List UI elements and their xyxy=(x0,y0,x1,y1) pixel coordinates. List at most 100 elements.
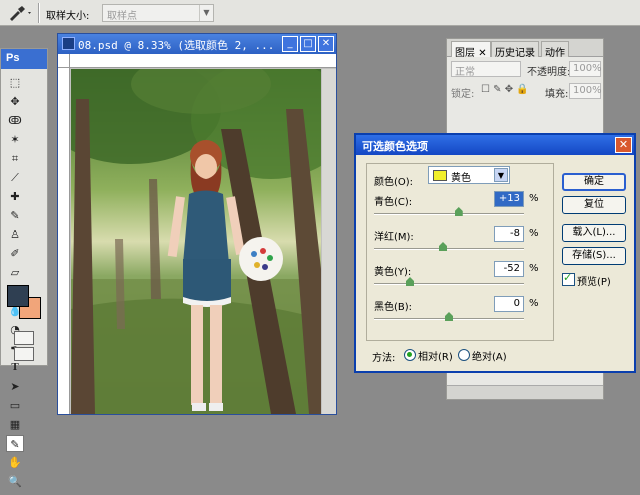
lock-label: 锁定: xyxy=(451,89,475,100)
path-select-icon[interactable]: ➤ xyxy=(6,378,24,395)
slider-thumb[interactable] xyxy=(454,207,463,216)
slider-thumb[interactable] xyxy=(439,242,447,251)
foreground-color-swatch[interactable] xyxy=(7,285,29,307)
slider-value-input[interactable]: 0 xyxy=(494,296,524,312)
dialog-close-button[interactable]: ✕ xyxy=(615,137,632,153)
separator xyxy=(38,3,40,23)
toolbox: Ps ⬚✥ ↂ✶ ⌗⟋ ✚✎ ♙✐ ▱▤ 💧◔ ✒T ➤▭ ▦✎ ✋🔍 xyxy=(0,48,48,488)
slider-value-input[interactable]: +13 xyxy=(494,191,524,207)
slider-track[interactable] xyxy=(374,248,524,250)
ok-button[interactable]: 确定 xyxy=(562,173,626,191)
horizontal-ruler xyxy=(70,54,336,68)
slider-track[interactable] xyxy=(374,283,524,285)
panel-footer xyxy=(447,385,603,399)
eyedropper-icon[interactable] xyxy=(6,4,34,22)
color-label: 颜色(O): xyxy=(374,177,414,188)
slider-row: 黄色(Y): -52% xyxy=(374,261,550,297)
sample-size-select[interactable]: 取样点 ▼ xyxy=(102,4,214,22)
tool-grid: ⬚✥ ↂ✶ ⌗⟋ ✚✎ ♙✐ ▱▤ 💧◔ ✒T ➤▭ ▦✎ ✋🔍 xyxy=(1,69,47,495)
canvas-photo[interactable] xyxy=(71,69,321,414)
method-absolute-label: 绝对(A) xyxy=(472,352,507,363)
preview-checkbox[interactable]: 预览(P) xyxy=(562,271,611,288)
close-button[interactable]: ✕ xyxy=(318,36,334,52)
method-relative-label: 相对(R) xyxy=(418,352,453,363)
color-value: 黄色 xyxy=(451,173,471,184)
blend-mode-select[interactable]: 正常 xyxy=(451,61,521,78)
lasso-tool-icon[interactable]: ↂ xyxy=(6,112,24,129)
slider-thumb[interactable] xyxy=(406,277,414,286)
percent-label: % xyxy=(529,263,539,274)
preview-label: 预览(P) xyxy=(577,277,611,288)
chevron-down-icon[interactable]: ▼ xyxy=(494,168,508,182)
eyedropper-tool-icon[interactable]: ✎ xyxy=(6,435,24,452)
fill-label: 填充: xyxy=(545,89,569,100)
dialog-title: 可选颜色选项 xyxy=(356,135,634,155)
fill-input[interactable]: 100% xyxy=(569,83,602,99)
ps-document-icon xyxy=(62,37,75,50)
shape-tool-icon[interactable]: ▭ xyxy=(6,397,24,414)
photo-illustration xyxy=(71,69,321,414)
eraser-tool-icon[interactable]: ▱ xyxy=(6,264,24,281)
slider-row: 洋红(M): -8% xyxy=(374,226,550,262)
percent-label: % xyxy=(529,228,539,239)
panel-tabs: 图层 ✕ 历史记录 动作 xyxy=(447,39,603,59)
maximize-button[interactable]: □ xyxy=(300,36,316,52)
load-button[interactable]: 载入(L)... xyxy=(562,224,626,242)
options-bar: 取样大小: 取样点 ▼ xyxy=(0,0,640,26)
slider-label: 黄色(Y): xyxy=(374,267,412,278)
tab-layers[interactable]: 图层 ✕ xyxy=(451,41,491,59)
method-absolute-radio[interactable]: 绝对(A) xyxy=(458,348,507,363)
tab-layers-label: 图层 xyxy=(455,48,475,59)
quick-mask-button[interactable] xyxy=(14,331,34,345)
vertical-scrollbar[interactable] xyxy=(322,69,336,414)
color-select[interactable]: 黄色 ▼ xyxy=(428,166,510,184)
minimize-button[interactable]: _ xyxy=(282,36,298,52)
zoom-tool-icon[interactable]: 🔍 xyxy=(6,473,24,490)
opacity-value: 100% xyxy=(573,63,602,74)
slider-value-input[interactable]: -52 xyxy=(494,261,524,277)
method-relative-radio[interactable]: 相对(R) xyxy=(404,348,453,363)
magic-wand-tool-icon[interactable]: ✶ xyxy=(6,131,24,148)
color-swatch xyxy=(433,170,447,181)
lock-icons[interactable]: ☐ ✎ ✥ 🔒 xyxy=(481,84,529,95)
tab-actions[interactable]: 动作 xyxy=(541,41,569,59)
type-tool-icon[interactable]: T xyxy=(6,359,24,376)
method-label: 方法: xyxy=(372,353,396,364)
selective-color-dialog: 可选颜色选项 ✕ 颜色(O): 黄色 ▼ 青色(C): +13% 洋红(M): -8%… xyxy=(354,133,636,373)
sample-size-value: 取样点 xyxy=(107,11,137,22)
brush-tool-icon[interactable]: ✎ xyxy=(6,207,24,224)
tab-history[interactable]: 历史记录 xyxy=(491,41,539,59)
sample-size-label: 取样大小: xyxy=(46,11,90,22)
hand-tool-icon[interactable]: ✋ xyxy=(6,454,24,471)
close-icon[interactable]: ✕ xyxy=(478,48,486,59)
slider-track[interactable] xyxy=(374,213,524,215)
slider-row: 黑色(B): 0% xyxy=(374,296,550,332)
color-swatches[interactable] xyxy=(7,285,43,321)
save-button[interactable]: 存储(S)... xyxy=(562,247,626,265)
tab-actions-label: 动作 xyxy=(545,48,565,59)
percent-label: % xyxy=(529,193,539,204)
notes-tool-icon[interactable]: ▦ xyxy=(6,416,24,433)
reset-button[interactable]: 复位 xyxy=(562,196,626,214)
chevron-down-icon: ▼ xyxy=(199,5,213,21)
document-window: 08.psd @ 8.33% (选取颜色 2, ... _ □ ✕ xyxy=(57,33,337,415)
blend-mode-value: 正常 xyxy=(455,67,475,78)
tab-history-label: 历史记录 xyxy=(495,48,535,59)
slider-label: 黑色(B): xyxy=(374,302,413,313)
opacity-label: 不透明度: xyxy=(527,67,571,78)
ruler-corner xyxy=(58,54,70,68)
slice-tool-icon[interactable]: ⟋ xyxy=(6,169,24,186)
crop-tool-icon[interactable]: ⌗ xyxy=(6,150,24,167)
slider-label: 青色(C): xyxy=(374,197,413,208)
screen-mode-button[interactable] xyxy=(14,347,34,361)
history-brush-icon[interactable]: ✐ xyxy=(6,245,24,262)
slider-value-input[interactable]: -8 xyxy=(494,226,524,242)
move-tool-icon[interactable]: ✥ xyxy=(6,93,24,110)
marquee-tool-icon[interactable]: ⬚ xyxy=(6,74,24,91)
clone-stamp-icon[interactable]: ♙ xyxy=(6,226,24,243)
slider-thumb[interactable] xyxy=(445,312,453,321)
fill-value: 100% xyxy=(573,85,602,96)
slider-label: 洋红(M): xyxy=(374,232,414,243)
healing-brush-icon[interactable]: ✚ xyxy=(6,188,24,205)
opacity-input[interactable]: 100% xyxy=(569,61,602,77)
